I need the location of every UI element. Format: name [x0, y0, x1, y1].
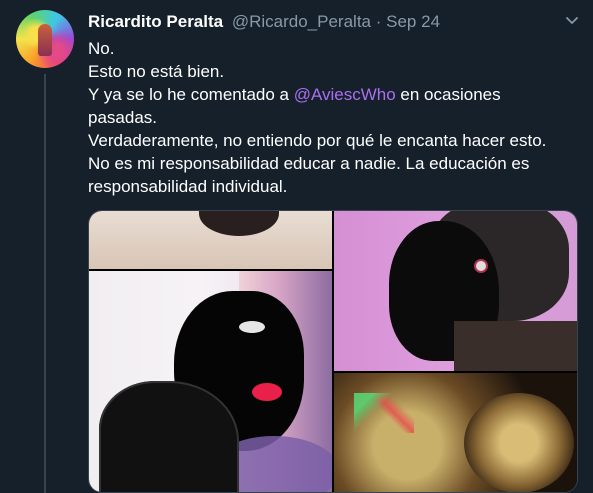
author-name[interactable]: Ricardito Peralta — [88, 12, 223, 31]
chevron-down-icon[interactable] — [562, 10, 582, 30]
tweet-text-line: No. — [88, 39, 115, 58]
mention-link[interactable]: @AviescWho — [294, 85, 396, 104]
tweet-text-line: Y ya se lo he comentado a @AviescWho en … — [88, 83, 588, 106]
photo-4[interactable] — [334, 373, 577, 492]
tweet-text-line: pasadas. — [88, 108, 157, 127]
author-handle[interactable]: @Ricardo_Peralta — [232, 12, 371, 31]
photo-2[interactable] — [89, 271, 332, 492]
tweet-text: No. Esto no está bien. Y ya se lo he com… — [88, 37, 588, 198]
thread-line — [44, 74, 46, 493]
tweet-text-line: responsabilidad individual. — [88, 177, 288, 196]
separator-dot: · — [375, 12, 382, 31]
text-segment: en ocasiones — [395, 85, 501, 104]
text-segment: Y ya se lo he comentado a — [88, 85, 294, 104]
tweet-header: Ricardito Peralta @Ricardo_Peralta · Sep… — [88, 11, 440, 33]
avatar[interactable] — [16, 10, 74, 68]
tweet-text-line: No es mi responsabilidad educar a nadie.… — [88, 154, 530, 173]
photo-3[interactable] — [334, 211, 577, 371]
photo-1[interactable] — [89, 211, 332, 269]
tweet[interactable]: Ricardito Peralta @Ricardo_Peralta · Sep… — [0, 0, 593, 493]
tweet-text-line: Esto no está bien. — [88, 62, 225, 81]
media-grid — [88, 210, 578, 493]
tweet-date[interactable]: Sep 24 — [386, 12, 440, 31]
tweet-text-line: Verdaderamente, no entiendo por qué le e… — [88, 131, 547, 150]
